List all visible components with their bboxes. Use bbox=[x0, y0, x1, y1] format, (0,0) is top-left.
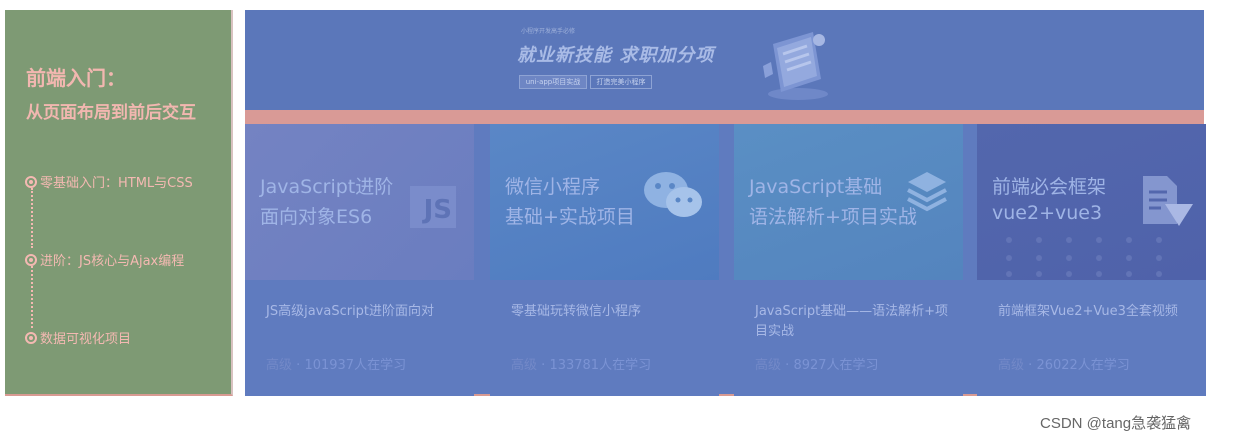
course-level: 高级 bbox=[266, 358, 293, 373]
wechat-logo-icon bbox=[644, 172, 702, 217]
course-card-wechat-miniprogram[interactable]: 微信小程序 基础+实战项目 零基础玩转微信小程序 高级 · 133781人在学习 bbox=[490, 124, 719, 396]
course-thumbnail: 前端必会框架 vue2+vue3 bbox=[977, 124, 1206, 280]
step-basics[interactable]: 零基础入门：HTML与CSS bbox=[25, 172, 193, 191]
left-panel: 前端入门： 从页面布局到前后交互 零基础入门：HTML与CSS 进阶：JS核心与… bbox=[5, 10, 233, 396]
course-level: 高级 bbox=[998, 358, 1025, 373]
thumbnail-line2: 面向对象ES6 bbox=[260, 206, 373, 228]
phone-illustration-icon bbox=[763, 32, 828, 100]
course-learners: 26022人在学习 bbox=[1036, 358, 1130, 373]
course-card-vue[interactable]: 前端必会框架 vue2+vue3 前端框架Vue2+Vue3全套视频 高级 · … bbox=[977, 124, 1206, 396]
course-info: 零基础玩转微信小程序 高级 · 133781人在学习 bbox=[490, 280, 719, 396]
course-title: 前端框架Vue2+Vue3全套视频 bbox=[998, 304, 1178, 319]
course-area: 小程序开发高手必修 就业新技能 求职加分项 uni-app项目实战 打造完美小程… bbox=[245, 10, 1206, 396]
course-title: 零基础玩转微信小程序 bbox=[511, 304, 642, 319]
course-info: JS高级javaScript进阶面向对 高级 · 101937人在学习 bbox=[245, 280, 474, 396]
course-info: JavaScript基础——语法解析+项目实战 高级 · 8927人在学习 bbox=[734, 280, 963, 396]
js-logo-icon: JS bbox=[410, 186, 456, 228]
thumbnail-line1: 微信小程序 bbox=[505, 176, 601, 198]
step-bullet-icon bbox=[25, 175, 37, 188]
thumbnail-line2: 语法解析+项目实战 bbox=[749, 206, 917, 228]
course-card-js-advanced[interactable]: JavaScript进阶 面向对象ES6 JS JS高级javaScript进阶… bbox=[245, 124, 474, 396]
course-learners: 8927人在学习 bbox=[793, 358, 879, 373]
left-panel-subtitle: 从页面布局到前后交互 bbox=[26, 103, 196, 123]
thumbnail-line2: 基础+实战项目 bbox=[505, 206, 635, 228]
course-thumbnail: JavaScript进阶 面向对象ES6 JS bbox=[245, 124, 474, 280]
thumbnail-line1: JavaScript基础 bbox=[749, 176, 883, 198]
step-label: 进阶：JS核心与Ajax编程 bbox=[40, 254, 185, 269]
course-meta: 高级 · 8927人在学习 bbox=[755, 358, 879, 373]
step-bullet-icon bbox=[25, 253, 37, 266]
promo-banner[interactable]: 小程序开发高手必修 就业新技能 求职加分项 uni-app项目实战 打造完美小程… bbox=[245, 10, 1204, 110]
course-level: 高级 bbox=[755, 358, 782, 373]
course-learners: 133781人在学习 bbox=[549, 358, 652, 373]
course-level: 高级 bbox=[511, 358, 538, 373]
banner-headline: 就业新技能 求职加分项 bbox=[517, 45, 715, 66]
document-vue-icon bbox=[1143, 176, 1193, 226]
step-advanced[interactable]: 进阶：JS核心与Ajax编程 bbox=[25, 250, 184, 269]
step-bullet-icon bbox=[25, 331, 37, 344]
course-thumbnail: 微信小程序 基础+实战项目 bbox=[490, 124, 719, 280]
course-learners: 101937人在学习 bbox=[304, 358, 407, 373]
course-info: 前端框架Vue2+Vue3全套视频 高级 · 26022人在学习 bbox=[977, 280, 1206, 396]
thumbnail-line1: 前端必会框架 bbox=[992, 176, 1107, 198]
course-meta: 高级 · 133781人在学习 bbox=[511, 358, 652, 373]
banner-divider bbox=[245, 110, 1204, 124]
dot-pattern-decoration bbox=[1006, 237, 1162, 277]
course-title: JS高级javaScript进阶面向对 bbox=[266, 304, 435, 319]
banner-tag-primary: uni-app项目实战 bbox=[519, 75, 587, 89]
step-label: 零基础入门：HTML与CSS bbox=[40, 176, 193, 191]
step-label: 数据可视化项目 bbox=[40, 332, 132, 347]
course-meta: 高级 · 101937人在学习 bbox=[266, 358, 407, 373]
thumbnail-line1: JavaScript进阶 bbox=[260, 176, 394, 198]
watermark: CSDN @tang急袭猛禽 bbox=[1040, 415, 1192, 432]
course-card-js-basics[interactable]: JavaScript基础 语法解析+项目实战 JavaScript基础——语法解… bbox=[734, 124, 963, 396]
course-title: JavaScript基础——语法解析+项目实战 bbox=[755, 304, 949, 339]
layers-icon bbox=[907, 172, 947, 212]
step-visualization[interactable]: 数据可视化项目 bbox=[25, 328, 131, 347]
banner-small-text: 小程序开发高手必修 bbox=[521, 28, 576, 35]
left-panel-title: 前端入门： bbox=[26, 66, 126, 90]
thumbnail-line2: vue2+vue3 bbox=[992, 202, 1103, 224]
step-connector bbox=[31, 266, 33, 328]
banner-tag-secondary: 打造完美小程序 bbox=[590, 75, 652, 89]
step-connector bbox=[31, 188, 33, 248]
course-meta: 高级 · 26022人在学习 bbox=[998, 358, 1130, 373]
course-thumbnail: JavaScript基础 语法解析+项目实战 bbox=[734, 124, 963, 280]
